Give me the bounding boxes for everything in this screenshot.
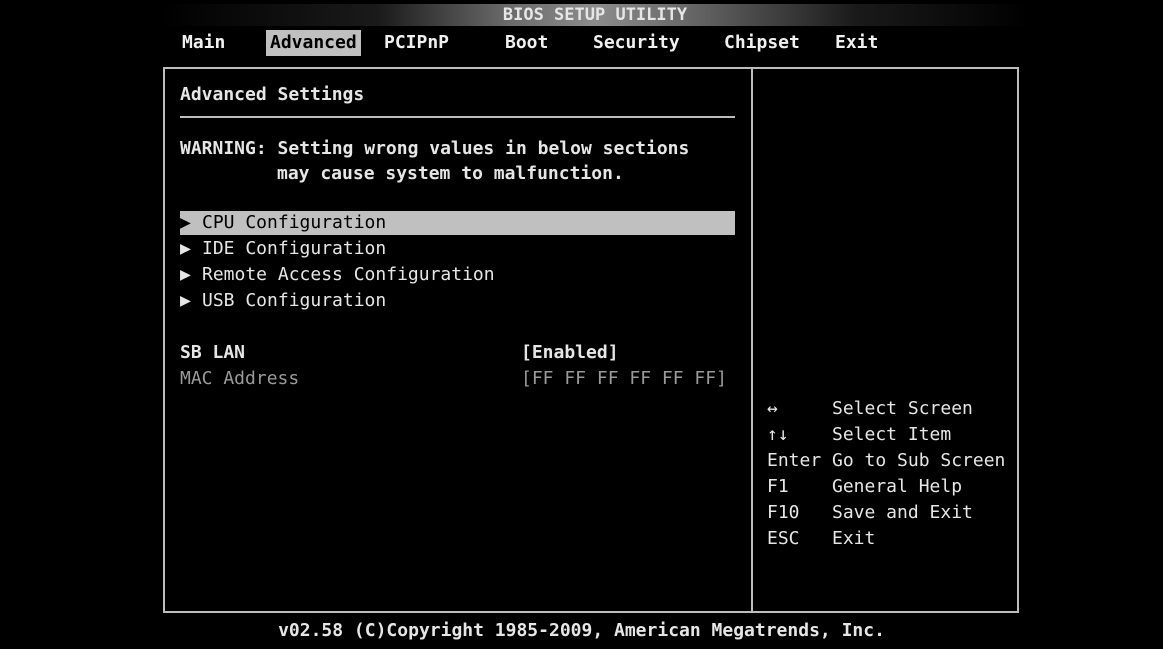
panel-divider <box>751 67 753 613</box>
tab-security[interactable]: Security <box>589 30 684 56</box>
triangle-right-icon: ▶ <box>180 212 191 233</box>
submenu-label: USB Configuration <box>202 290 387 311</box>
triangle-right-icon: ▶ <box>180 238 191 259</box>
tab-chipset[interactable]: Chipset <box>720 30 804 56</box>
help-desc: Select Item <box>832 424 952 445</box>
tab-advanced[interactable]: Advanced <box>266 30 361 56</box>
panel-heading: Advanced Settings <box>180 84 365 105</box>
help-key: ↔ <box>767 398 778 419</box>
bios-screen: BIOS SETUP UTILITY Main Advanced PCIPnP … <box>0 0 1163 649</box>
copyright-footer: v02.58 (C)Copyright 1985-2009, American … <box>278 620 885 641</box>
tab-main[interactable]: Main <box>178 30 229 56</box>
help-desc: General Help <box>832 476 963 497</box>
triangle-right-icon: ▶ <box>180 264 191 285</box>
help-desc: Save and Exit <box>832 502 973 523</box>
submenu-label: CPU Configuration <box>202 212 387 233</box>
app-title: BIOS SETUP UTILITY <box>160 4 1030 26</box>
submenu-label: IDE Configuration <box>202 238 387 259</box>
help-key: ↑↓ <box>767 424 789 445</box>
warning-text-line1: WARNING: Setting wrong values in below s… <box>180 138 690 159</box>
setting-label-mac-address: MAC Address <box>180 368 300 389</box>
top-bar: BIOS SETUP UTILITY Main Advanced PCIPnP … <box>160 4 1030 56</box>
triangle-right-icon: ▶ <box>180 290 191 311</box>
submenu-label: Remote Access Configuration <box>202 264 495 285</box>
submenu-ide-configuration[interactable]: ▶ IDE Configuration <box>180 237 386 261</box>
setting-label-sb-lan[interactable]: SB LAN <box>180 342 245 363</box>
submenu-cpu-configuration[interactable]: ▶ CPU Configuration <box>180 211 735 235</box>
setting-value-sb-lan[interactable]: [Enabled] <box>521 342 619 363</box>
help-desc: Go to Sub Screen <box>832 450 1006 471</box>
submenu-remote-access-configuration[interactable]: ▶ Remote Access Configuration <box>180 263 495 287</box>
help-key: ESC <box>767 528 800 549</box>
tab-pcipnp[interactable]: PCIPnP <box>380 30 453 56</box>
warning-text-line2: may cause system to malfunction. <box>277 163 624 184</box>
help-desc: Exit <box>832 528 876 549</box>
help-key: F10 <box>767 502 800 523</box>
help-desc: Select Screen <box>832 398 973 419</box>
help-key: Enter <box>767 450 822 471</box>
submenu-usb-configuration[interactable]: ▶ USB Configuration <box>180 289 386 313</box>
setting-value-mac-address: [FF FF FF FF FF FF] <box>521 368 727 389</box>
heading-rule <box>180 116 735 118</box>
help-key: F1 <box>767 476 789 497</box>
tab-boot[interactable]: Boot <box>501 30 552 56</box>
menu-bar: Main Advanced PCIPnP Boot Security Chips… <box>160 30 1030 56</box>
tab-exit[interactable]: Exit <box>831 30 882 56</box>
